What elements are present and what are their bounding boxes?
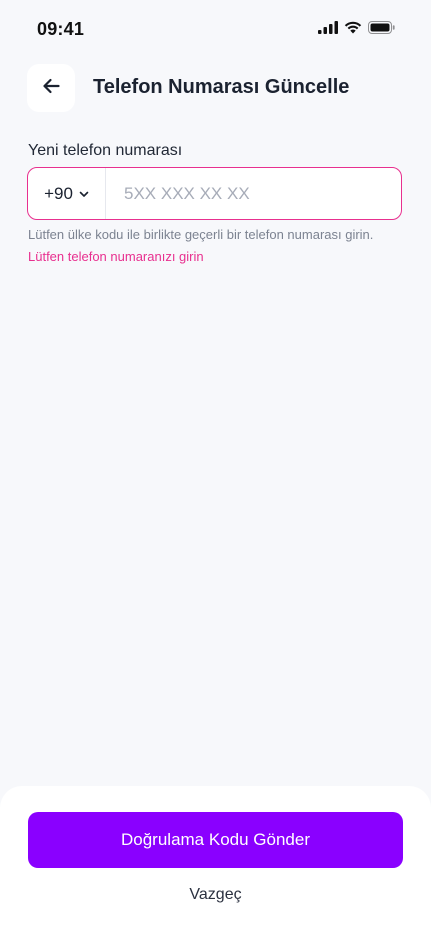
arrow-left-icon xyxy=(42,78,60,99)
error-message: Lütfen telefon numaranızı girin xyxy=(28,249,204,264)
cancel-button[interactable]: Vazgeç xyxy=(0,882,431,908)
screen: 09:41 Telefon Numarası Güncelle Yeni tel… xyxy=(0,0,431,931)
page-title: Telefon Numarası Güncelle xyxy=(93,76,350,98)
phone-field-label: Yeni telefon numarası xyxy=(28,142,183,159)
helper-text: Lütfen ülke kodu ile birlikte geçerli bi… xyxy=(28,227,374,242)
status-icons xyxy=(318,21,395,34)
cellular-signal-icon xyxy=(318,21,338,34)
country-code-value: +90 xyxy=(44,183,73,203)
country-code-select[interactable]: +90 xyxy=(28,168,106,219)
battery-icon xyxy=(368,21,395,34)
wifi-icon xyxy=(344,21,362,34)
back-button[interactable] xyxy=(27,64,75,112)
status-bar: 09:41 xyxy=(0,0,431,60)
send-verification-code-button[interactable]: Doğrulama Kodu Gönder xyxy=(28,812,403,868)
bottom-action-sheet: Doğrulama Kodu Gönder Vazgeç xyxy=(0,786,431,931)
phone-field: +90 xyxy=(27,167,402,220)
phone-input[interactable] xyxy=(106,168,401,219)
chevron-down-icon xyxy=(79,185,89,203)
status-time: 09:41 xyxy=(37,19,85,39)
